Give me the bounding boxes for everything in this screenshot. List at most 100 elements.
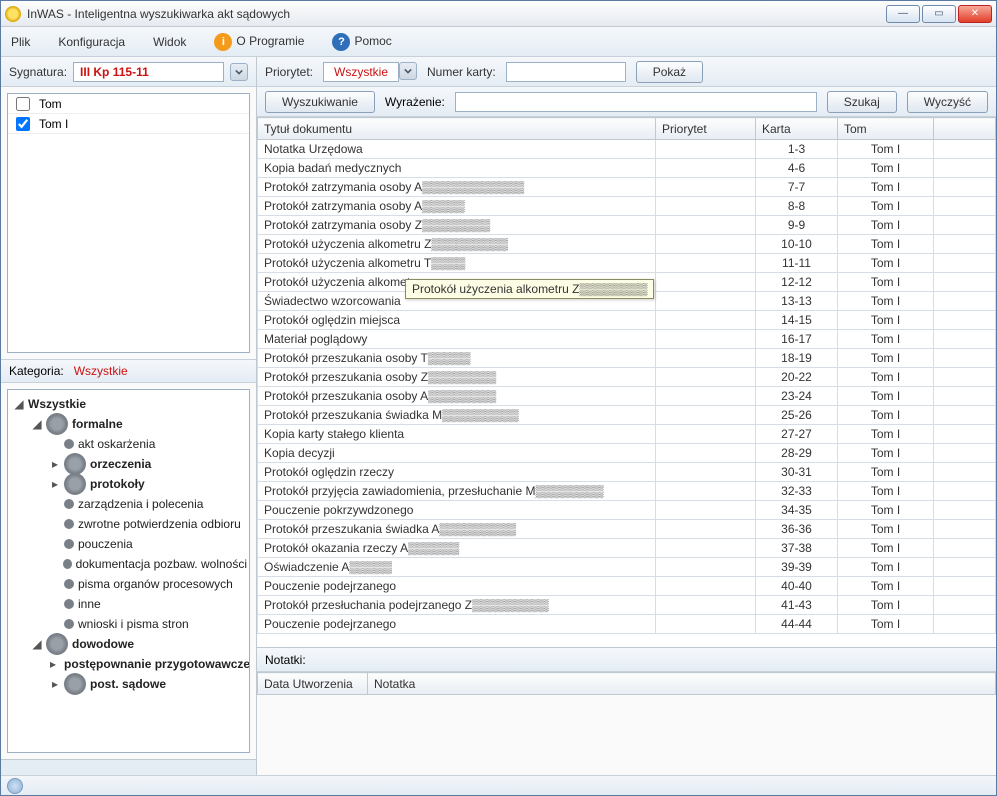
tree-label: protokoły	[90, 477, 145, 491]
tree-node[interactable]: zwrotne potwierdzenia odbioru	[10, 514, 247, 534]
table-row[interactable]: Protokół przeszukania osoby Z▒▒▒▒▒▒▒▒20-…	[258, 368, 996, 387]
menu-view[interactable]: Widok	[153, 35, 186, 49]
table-row[interactable]: Protokół użyczenia alkometru T▒▒▒▒11-11T…	[258, 254, 996, 273]
document-grid[interactable]: Tytuł dokumentu Priorytet Karta Tom Nota…	[257, 117, 996, 647]
tree-node[interactable]: ▸post. sądowe	[10, 674, 247, 694]
card-number-input[interactable]	[506, 62, 626, 82]
expand-icon[interactable]: ◢	[14, 397, 24, 411]
left-hscroll[interactable]	[1, 759, 256, 775]
table-row[interactable]: Protokół przeszukania świadka M▒▒▒▒▒▒▒▒▒…	[258, 406, 996, 425]
signature-field[interactable]: III Kp 115-11	[73, 62, 224, 82]
expand-icon[interactable]: ◢	[32, 417, 42, 431]
table-row[interactable]: Protokół przesłuchania podejrzanego Z▒▒▒…	[258, 596, 996, 615]
priority-select[interactable]: Wszystkie	[323, 62, 399, 82]
tree-node[interactable]: ▸ postępownanie przygotowawcze	[10, 654, 247, 674]
cell-title: Oświadczenie A▒▒▒▒▒	[258, 558, 656, 577]
notes-col-date[interactable]: Data Utworzenia	[258, 673, 368, 695]
cell-title: Protokół zatrzymania osoby A▒▒▒▒▒	[258, 197, 656, 216]
cell-spacer	[934, 406, 996, 425]
table-row[interactable]: Protokół oględzin rzeczy30-31Tom I	[258, 463, 996, 482]
table-row[interactable]: Notatka Urzędowa1-3Tom I	[258, 140, 996, 159]
cell-spacer	[934, 273, 996, 292]
table-row[interactable]: Protokół zatrzymania osoby A▒▒▒▒▒8-8Tom …	[258, 197, 996, 216]
table-row[interactable]: Pouczenie podejrzanego40-40Tom I	[258, 577, 996, 596]
dot-icon	[63, 559, 72, 569]
notes-col-note[interactable]: Notatka	[368, 673, 996, 695]
menu-about[interactable]: iO Programie	[214, 33, 304, 51]
tree-label: zwrotne potwierdzenia odbioru	[78, 517, 241, 531]
table-row[interactable]: Pouczenie pokrzywdzonego34-35Tom I	[258, 501, 996, 520]
tree-node[interactable]: ◢dowodowe	[10, 634, 247, 654]
show-button[interactable]: Pokaż	[636, 61, 703, 83]
info-icon: i	[214, 33, 232, 51]
tree-node[interactable]: ▸ protokoły	[10, 474, 247, 494]
category-tree[interactable]: ◢Wszystkie◢formalneakt oskarżenia▸orzecz…	[7, 389, 250, 753]
table-row[interactable]: Protokół oględzin miejsca14-15Tom I	[258, 311, 996, 330]
table-row[interactable]: Protokół przyjęcia zawiadomienia, przesł…	[258, 482, 996, 501]
table-row[interactable]: Pouczenie podejrzanego44-44Tom I	[258, 615, 996, 634]
expand-icon[interactable]: ▸	[50, 477, 60, 491]
menu-help[interactable]: ?Pomoc	[332, 33, 391, 51]
expression-input[interactable]	[455, 92, 817, 112]
cell-spacer	[934, 330, 996, 349]
tree-node[interactable]: wnioski i pisma stron	[10, 614, 247, 634]
tom-checkbox[interactable]	[16, 117, 30, 131]
cell-card: 41-43	[756, 596, 838, 615]
col-tom[interactable]: Tom	[838, 118, 934, 140]
tree-node[interactable]: ◢formalne	[10, 414, 247, 434]
table-row[interactable]: Protokół przeszukania osoby A▒▒▒▒▒▒▒▒23-…	[258, 387, 996, 406]
cell-title: Protokół przeszukania osoby Z▒▒▒▒▒▒▒▒	[258, 368, 656, 387]
expand-icon[interactable]: ▸	[50, 457, 60, 471]
cell-title: Protokół zatrzymania osoby Z▒▒▒▒▒▒▒▒	[258, 216, 656, 235]
tom-header-checkbox[interactable]	[16, 97, 30, 111]
col-card[interactable]: Karta	[756, 118, 838, 140]
maximize-button[interactable]: ▭	[922, 5, 956, 23]
priority-dropdown[interactable]	[399, 62, 417, 80]
tree-node[interactable]: inne	[10, 594, 247, 614]
menu-file[interactable]: Plik	[11, 35, 30, 49]
tree-label: postępownanie przygotowawcze	[64, 657, 250, 671]
expand-icon[interactable]: ▸	[50, 677, 60, 691]
cell-spacer	[934, 159, 996, 178]
table-row[interactable]: Materiał poglądowy16-17Tom I	[258, 330, 996, 349]
table-row[interactable]: Oświadczenie A▒▒▒▒▒39-39Tom I	[258, 558, 996, 577]
cell-priority	[656, 368, 756, 387]
menu-config[interactable]: Konfiguracja	[58, 35, 125, 49]
minimize-button[interactable]: —	[886, 5, 920, 23]
search-button[interactable]: Szukaj	[827, 91, 897, 113]
tree-node[interactable]: ▸orzeczenia	[10, 454, 247, 474]
tree-node[interactable]: zarządzenia i polecenia	[10, 494, 247, 514]
table-row[interactable]: Protokół użyczenia alkometru Z▒▒▒▒▒▒▒▒▒1…	[258, 235, 996, 254]
tom-list: Tom Tom I	[7, 93, 250, 353]
search-mode-button[interactable]: Wyszukiwanie	[265, 91, 375, 113]
expand-icon[interactable]: ◢	[32, 637, 42, 651]
table-row[interactable]: Protokół zatrzymania osoby Z▒▒▒▒▒▒▒▒9-9T…	[258, 216, 996, 235]
tree-node[interactable]: ◢Wszystkie	[10, 394, 247, 414]
clear-button[interactable]: Wyczyść	[907, 91, 988, 113]
table-row[interactable]: Protokół przeszukania świadka A▒▒▒▒▒▒▒▒▒…	[258, 520, 996, 539]
close-button[interactable]: ✕	[958, 5, 992, 23]
dot-icon	[64, 499, 74, 509]
table-row[interactable]: Protokół okazania rzeczy A▒▒▒▒▒▒37-38Tom…	[258, 539, 996, 558]
tree-node[interactable]: akt oskarżenia	[10, 434, 247, 454]
table-row[interactable]: Protokół przeszukania osoby T▒▒▒▒▒18-19T…	[258, 349, 996, 368]
tree-node[interactable]: pisma organów procesowych	[10, 574, 247, 594]
cell-card: 37-38	[756, 539, 838, 558]
tree-node[interactable]: pouczenia	[10, 534, 247, 554]
signature-dropdown[interactable]	[230, 63, 248, 81]
row-tooltip: Protokół użyczenia alkometru Z▒▒▒▒▒▒▒▒	[405, 279, 654, 299]
tom-row[interactable]: Tom I	[8, 114, 249, 134]
nav-back-button[interactable]	[7, 778, 23, 794]
cell-spacer	[934, 539, 996, 558]
cell-title: Protokół użyczenia alkometru T▒▒▒▒	[258, 254, 656, 273]
col-title[interactable]: Tytuł dokumentu	[258, 118, 656, 140]
cell-tom: Tom I	[838, 482, 934, 501]
cell-card: 14-15	[756, 311, 838, 330]
expand-icon[interactable]: ▸	[50, 657, 56, 671]
table-row[interactable]: Protokół zatrzymania osoby A▒▒▒▒▒▒▒▒▒▒▒▒…	[258, 178, 996, 197]
table-row[interactable]: Kopia karty stałego klienta27-27Tom I	[258, 425, 996, 444]
tree-node[interactable]: dokumentacja pozbaw. wolności	[10, 554, 247, 574]
col-priority[interactable]: Priorytet	[656, 118, 756, 140]
table-row[interactable]: Kopia decyzji28-29Tom I	[258, 444, 996, 463]
table-row[interactable]: Kopia badań medycznych4-6Tom I	[258, 159, 996, 178]
